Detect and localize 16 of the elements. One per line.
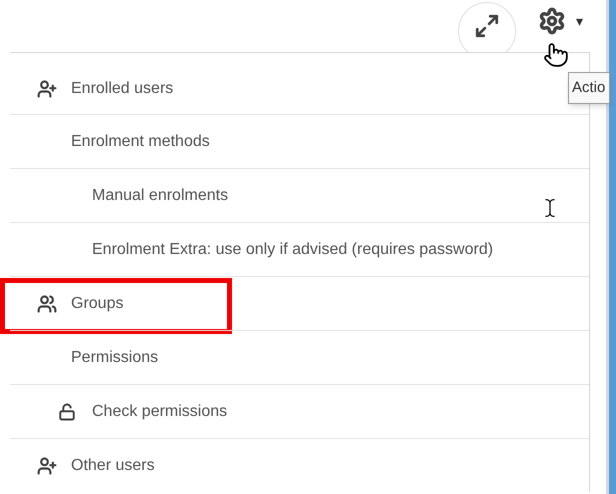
users-icon (37, 294, 57, 314)
user-plus-icon (37, 456, 57, 476)
menu-item[interactable]: Permissions (71, 346, 158, 370)
menu-item[interactable]: Groups (71, 292, 124, 316)
menu-item[interactable]: Check permissions (92, 400, 228, 424)
menu-item[interactable]: Enrolment methods (71, 130, 210, 154)
menu-item[interactable]: Enrolment Extra: use only if advised (requires password) (92, 238, 494, 262)
expand-icon (474, 13, 500, 39)
menu-item[interactable]: Other users (71, 454, 155, 478)
unlock-icon (58, 402, 76, 420)
menu-item[interactable]: Enrolled users (71, 76, 174, 100)
user-plus-icon (37, 78, 57, 98)
tooltip: Actio (568, 72, 610, 104)
settings-menu-button[interactable]: ▾ (538, 7, 583, 35)
settings-icon (538, 7, 566, 35)
menu-item[interactable]: Manual enrolments (92, 184, 228, 208)
